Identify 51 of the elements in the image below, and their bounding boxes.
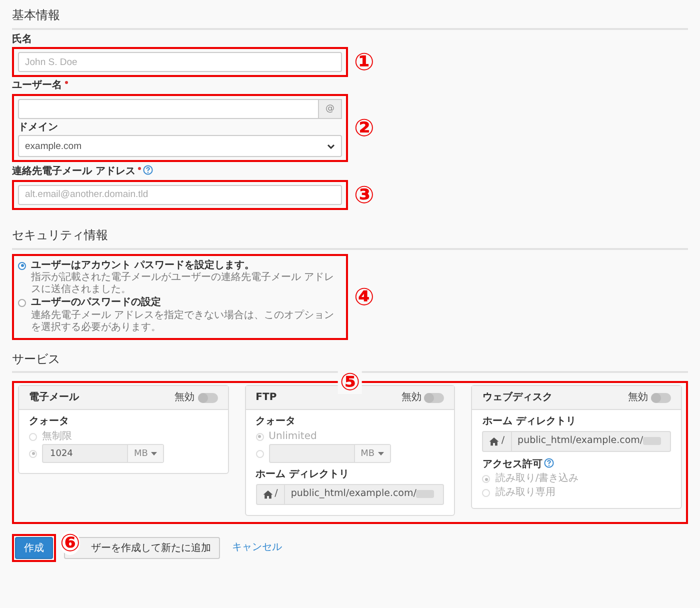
name-field[interactable]: John S. Doe (18, 52, 342, 72)
option-description: 指示が記載された電子メールがユーザーの連絡先電子メール アドレスに送信されました。 (31, 272, 336, 296)
section-label: アクセス許可 (482, 458, 542, 470)
username-field[interactable] (18, 98, 319, 119)
radio-button[interactable] (18, 262, 26, 270)
option-label: Unlimited (268, 430, 317, 442)
section-label: ホーム ディレクトリ (256, 469, 350, 480)
caret-icon (378, 452, 384, 456)
section-label: クォータ (256, 416, 296, 428)
option-label: ユーザーはアカウント パスワードを設定します。 (31, 260, 256, 272)
option-label: ユーザーのパスワードの設定 (31, 297, 162, 309)
annotation-number: ③ (354, 182, 374, 207)
annotation-number: ① (354, 50, 374, 74)
card-title: 電子メール (29, 392, 80, 404)
section-label: クォータ (29, 416, 69, 428)
field-label: 氏名 (12, 34, 32, 45)
card-title: FTP (256, 392, 278, 404)
annotation-number: ⑥ (60, 530, 80, 555)
section-heading: サービス (12, 344, 688, 374)
toggle-label: 無効 (401, 392, 422, 404)
toggle-switch[interactable] (651, 392, 672, 403)
field-label: ユーザー名 (12, 80, 62, 92)
unit-dropdown[interactable]: MB (354, 445, 390, 462)
toggle-switch[interactable] (424, 392, 444, 403)
cancel-link[interactable]: キャンセル (232, 542, 282, 554)
at-addon: @ (319, 98, 342, 119)
domain-dropdown[interactable]: example.com (18, 135, 342, 158)
help-icon[interactable] (544, 458, 554, 468)
option-label: 無制限 (42, 430, 72, 442)
annotation-number: ② (354, 116, 374, 140)
annotation-number: ⑤ (338, 370, 362, 394)
option-description: 連絡先電子メール アドレスを指定できない場合は、このオプションを選択する必要があります。 (31, 310, 336, 334)
card-title: ウェブディスク (482, 392, 554, 404)
toggle-label: 無効 (174, 392, 195, 404)
toggle-label: 無効 (628, 392, 648, 404)
caret-icon (150, 452, 157, 456)
create-button[interactable]: 作成 (15, 536, 53, 559)
section-label: ホーム ディレクトリ (482, 416, 576, 428)
field-label: 連絡先電子メール アドレス (12, 166, 136, 178)
field-label: ドメイン (18, 122, 58, 133)
option-label: 読み取り専用 (495, 486, 556, 498)
radio-button[interactable] (18, 299, 26, 308)
unit-dropdown[interactable]: MB (128, 445, 163, 462)
chevron-icon (327, 144, 335, 149)
toggle-switch[interactable] (198, 392, 218, 403)
annotation-number: ④ (354, 284, 374, 309)
section-heading: 基本情報 (12, 0, 688, 30)
email-field[interactable]: alt.email@another.domain.tld (18, 184, 342, 205)
help-icon[interactable] (143, 165, 154, 176)
option-label: 読み取り/書き込み (495, 473, 579, 485)
section-heading: セキュリティ情報 (12, 220, 688, 250)
